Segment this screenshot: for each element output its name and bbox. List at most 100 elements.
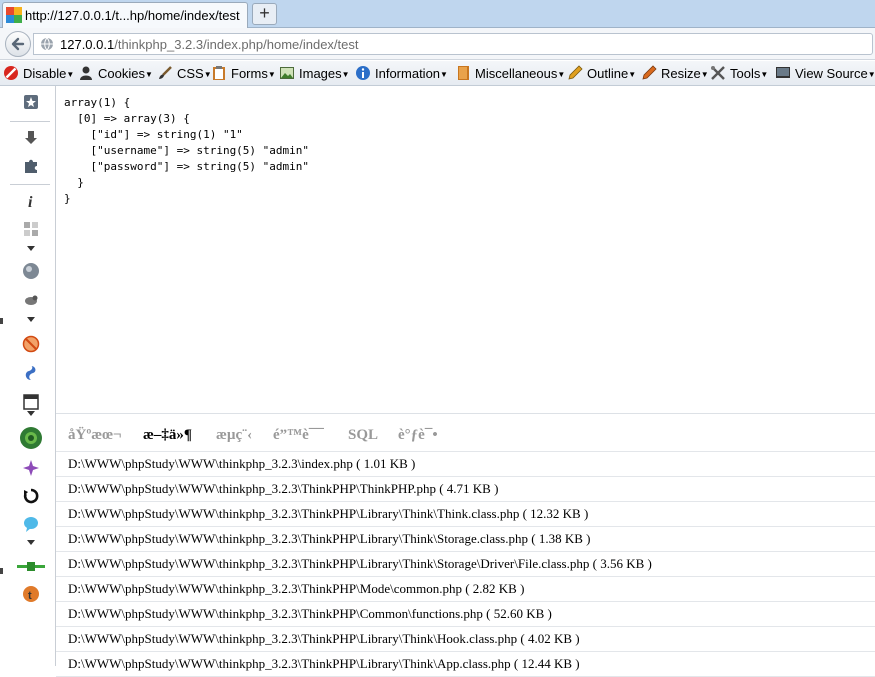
swirl-icon[interactable] bbox=[22, 364, 40, 382]
info-icon bbox=[356, 66, 370, 80]
window-icon[interactable] bbox=[22, 393, 40, 411]
paintbrush-icon bbox=[159, 66, 172, 79]
chevron-down-icon: ▼ bbox=[760, 70, 769, 79]
outline-menu[interactable]: Outline▼ bbox=[567, 65, 636, 81]
information-label: Information bbox=[375, 66, 441, 81]
trace-file-path: D:\WWW\phpStudy\WWW\thinkphp_3.2.3\Think… bbox=[68, 631, 580, 646]
chevron-down-icon[interactable] bbox=[27, 411, 35, 416]
tools-menu[interactable]: Tools▼ bbox=[710, 65, 768, 81]
trace-tab-basic[interactable]: åŸºæœ¬ bbox=[68, 427, 122, 444]
star-burst-icon[interactable] bbox=[22, 459, 40, 477]
resize-menu[interactable]: Resize▼ bbox=[641, 65, 709, 81]
disable-label: Disable bbox=[23, 66, 67, 81]
speech-bubble-icon[interactable] bbox=[22, 515, 40, 533]
trace-file-row: D:\WWW\phpStudy\WWW\thinkphp_3.2.3\Think… bbox=[56, 602, 875, 627]
trace-tab-debug[interactable]: è°ƒè¯• bbox=[398, 427, 438, 444]
resize-label: Resize bbox=[661, 66, 701, 81]
cookies-menu[interactable]: Cookies▼ bbox=[78, 65, 153, 81]
trace-file-row: D:\WWW\phpStudy\WWW\thinkphp_3.2.3\Think… bbox=[56, 577, 875, 602]
web-developer-toolbar: Disable▼ Cookies▼ CSS▼ Forms▼ Images▼ In… bbox=[0, 61, 875, 86]
css-label: CSS bbox=[177, 66, 204, 81]
sidebar-divider bbox=[10, 121, 50, 122]
view-source-label: View Source bbox=[795, 66, 868, 81]
site-favicon-icon bbox=[6, 7, 22, 23]
dump-line: ["password"] => string(5) "admin" bbox=[64, 160, 310, 173]
address-bar[interactable]: 127.0.0.1/thinkphp_3.2.3/index.php/home/… bbox=[33, 33, 873, 55]
trace-tab-sql[interactable]: SQL bbox=[348, 427, 378, 444]
trace-file-path: D:\WWW\phpStudy\WWW\thinkphp_3.2.3\index… bbox=[68, 456, 416, 471]
css-menu[interactable]: CSS▼ bbox=[157, 65, 212, 81]
back-arrow-icon bbox=[11, 37, 25, 51]
images-label: Images bbox=[299, 66, 342, 81]
bug-icon[interactable] bbox=[22, 292, 40, 310]
images-menu[interactable]: Images▼ bbox=[279, 65, 350, 81]
trace-file-path: D:\WWW\phpStudy\WWW\thinkphp_3.2.3\Think… bbox=[68, 581, 525, 596]
var-dump-output: array(1) { [0] => array(3) { ["id"] => s… bbox=[64, 95, 309, 207]
tab-title: http://127.0.0.1/t...hp/home/index/test bbox=[25, 8, 240, 23]
chevron-down-icon[interactable] bbox=[27, 540, 35, 545]
chevron-down-icon: ▼ bbox=[144, 70, 153, 79]
sidebar-grip bbox=[0, 568, 3, 574]
miscellaneous-menu[interactable]: Miscellaneous▼ bbox=[455, 65, 565, 81]
tab-strip: http://127.0.0.1/t...hp/home/index/test … bbox=[0, 0, 875, 28]
chevron-down-icon[interactable] bbox=[27, 317, 35, 322]
trace-tab-bar: åŸºæœ¬ æ–‡ä»¶ æµç¨‹ é”™è¯¯ SQL è°ƒè¯• bbox=[56, 414, 875, 452]
grid-icon[interactable] bbox=[22, 220, 40, 238]
cookies-label: Cookies bbox=[98, 66, 145, 81]
trace-file-row: D:\WWW\phpStudy\WWW\thinkphp_3.2.3\Think… bbox=[56, 502, 875, 527]
information-menu[interactable]: Information▼ bbox=[355, 65, 448, 81]
trace-tab-files[interactable]: æ–‡ä»¶ bbox=[143, 427, 192, 444]
trace-file-path: D:\WWW\phpStudy\WWW\thinkphp_3.2.3\Think… bbox=[68, 656, 580, 671]
trace-file-row: D:\WWW\phpStudy\WWW\thinkphp_3.2.3\index… bbox=[56, 452, 875, 477]
book-icon bbox=[458, 66, 469, 80]
globe-icon bbox=[41, 37, 53, 51]
disable-icon bbox=[4, 66, 18, 80]
disable-menu[interactable]: Disable▼ bbox=[3, 65, 74, 81]
download-arrow-icon[interactable] bbox=[22, 129, 40, 147]
connector-icon[interactable] bbox=[17, 558, 45, 576]
trace-file-row: D:\WWW\phpStudy\WWW\thinkphp_3.2.3\Think… bbox=[56, 627, 875, 652]
sphere-icon[interactable] bbox=[22, 262, 40, 280]
dump-line: [0] => array(3) { bbox=[64, 112, 190, 125]
browser-tab[interactable]: http://127.0.0.1/t...hp/home/index/test bbox=[2, 2, 248, 28]
trace-file-row: D:\WWW\phpStudy\WWW\thinkphp_3.2.3\Think… bbox=[56, 652, 875, 677]
refresh-ring-icon[interactable] bbox=[22, 487, 40, 505]
trace-file-path: D:\WWW\phpStudy\WWW\thinkphp_3.2.3\Think… bbox=[68, 531, 591, 546]
puzzle-icon[interactable] bbox=[22, 157, 40, 175]
new-tab-button[interactable]: + bbox=[252, 3, 277, 25]
trace-file-row: D:\WWW\phpStudy\WWW\thinkphp_3.2.3\Think… bbox=[56, 552, 875, 577]
chevron-down-icon: ▼ bbox=[867, 70, 875, 79]
trace-file-path: D:\WWW\phpStudy\WWW\thinkphp_3.2.3\Think… bbox=[68, 606, 552, 621]
tools-icon bbox=[711, 66, 725, 80]
miscellaneous-label: Miscellaneous bbox=[475, 66, 558, 81]
url-text: 127.0.0.1/thinkphp_3.2.3/index.php/home/… bbox=[60, 37, 359, 52]
forms-menu[interactable]: Forms▼ bbox=[211, 65, 276, 81]
url-host: 127.0.0.1 bbox=[60, 37, 115, 52]
view-source-menu[interactable]: View Source▼ bbox=[775, 65, 875, 81]
dump-line: ["id"] => string(1) "1" bbox=[64, 128, 243, 141]
trace-file-path: D:\WWW\phpStudy\WWW\thinkphp_3.2.3\Think… bbox=[68, 556, 652, 571]
chevron-down-icon: ▼ bbox=[557, 70, 566, 79]
trace-tab-flow[interactable]: æµç¨‹ bbox=[216, 427, 252, 444]
trace-tab-errors[interactable]: é”™è¯¯ bbox=[273, 427, 324, 444]
blocked-icon[interactable] bbox=[22, 335, 40, 353]
green-gear-icon[interactable] bbox=[19, 426, 43, 450]
orange-badge-icon[interactable]: t bbox=[22, 585, 40, 603]
chevron-down-icon: ▼ bbox=[267, 70, 276, 79]
bookmark-star-icon[interactable] bbox=[22, 93, 40, 111]
trace-file-path: D:\WWW\phpStudy\WWW\thinkphp_3.2.3\Think… bbox=[68, 481, 499, 496]
dump-line: } bbox=[64, 176, 84, 189]
dump-line: array(1) { bbox=[64, 96, 131, 109]
svg-text:i: i bbox=[28, 194, 33, 210]
trace-file-row: D:\WWW\phpStudy\WWW\thinkphp_3.2.3\Think… bbox=[56, 527, 875, 552]
dump-line: } bbox=[64, 192, 71, 205]
outline-label: Outline bbox=[587, 66, 629, 81]
info-italic-icon[interactable]: i bbox=[22, 192, 40, 210]
chevron-down-icon: ▼ bbox=[440, 70, 448, 79]
pencil-icon bbox=[568, 65, 583, 80]
back-button[interactable] bbox=[5, 31, 31, 57]
dump-line: ["username"] => string(5) "admin" bbox=[64, 144, 310, 157]
chevron-down-icon[interactable] bbox=[27, 246, 35, 251]
trace-file-path: D:\WWW\phpStudy\WWW\thinkphp_3.2.3\Think… bbox=[68, 506, 589, 521]
clipboard-icon bbox=[213, 66, 225, 80]
